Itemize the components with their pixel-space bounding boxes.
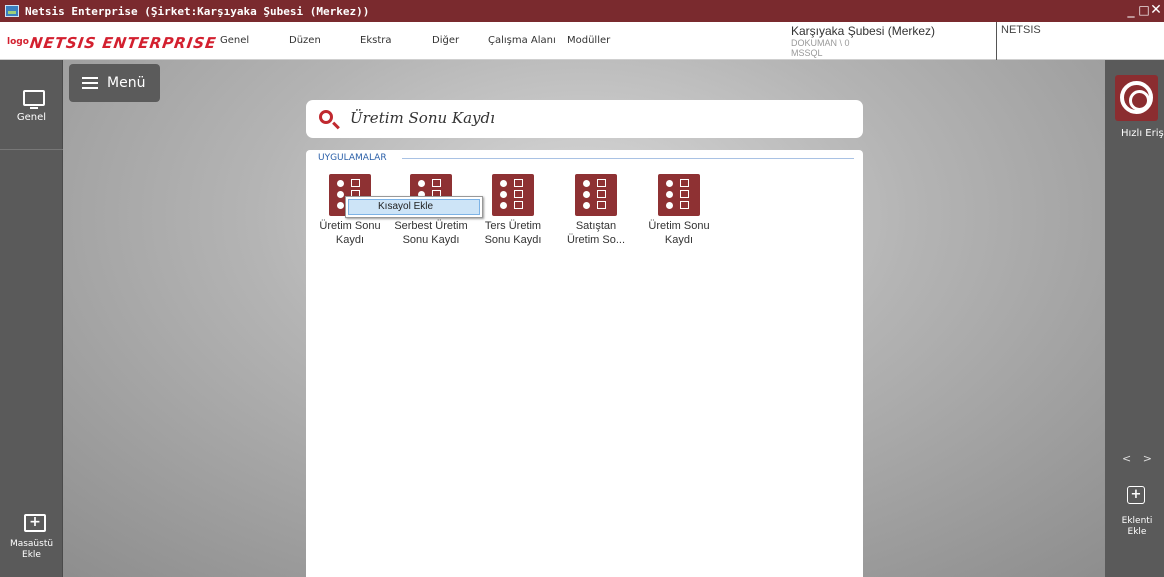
minimize-button[interactable]: _: [1124, 1, 1138, 19]
user-name: NETSIS: [1001, 24, 1041, 36]
menu-button[interactable]: Menü: [69, 64, 160, 102]
company-info: Karşıyaka Şubesi (Merkez) DOKUMAN \ 0 MS…: [791, 24, 935, 58]
app-label: Üretim Sonu Kaydı: [308, 219, 392, 247]
app-label-line1: Ters Üretim: [484, 220, 542, 232]
section-divider: [402, 158, 854, 159]
add-plugin-label-line2: Ekle: [1127, 527, 1147, 537]
monitor-icon: [23, 90, 45, 109]
prev-arrow-icon[interactable]: <: [1122, 452, 1131, 465]
header-divider: [996, 22, 997, 60]
context-menu: Kısayol Ekle: [345, 196, 483, 218]
app-label-line1: Üretim Sonu: [319, 220, 381, 232]
app-label-line1: Üretim Sonu: [648, 220, 710, 232]
title-bar: Netsis Enterprise (Şirket:Karşıyaka Şube…: [0, 0, 1164, 22]
app-label-line2: Sonu Kaydı: [484, 234, 542, 246]
menu-genel[interactable]: Genel: [220, 35, 249, 46]
app-label-line2: Kaydı: [335, 234, 365, 246]
genel-label: Genel: [16, 112, 47, 123]
add-plugin-label-line1: Eklenti: [1121, 516, 1153, 526]
window-title: Netsis Enterprise (Şirket:Karşıyaka Şube…: [25, 4, 370, 18]
add-monitor-icon: +: [24, 514, 46, 532]
close-button[interactable]: ✕: [1149, 1, 1163, 19]
app-tile[interactable]: Ters Üretim Sonu Kaydı: [471, 174, 555, 247]
add-shortcut-menu-item[interactable]: Kısayol Ekle: [348, 199, 480, 215]
section-title: UYGULAMALAR: [318, 153, 387, 163]
add-desktop-label-line1: Masaüstü: [9, 539, 54, 549]
plugin-nav: < >: [1122, 452, 1152, 465]
app-label-line2: Kaydı: [664, 234, 694, 246]
add-plugin-label: Eklenti Ekle: [1117, 516, 1157, 538]
app-label-line1: Serbest Üretim: [394, 220, 468, 232]
production-form-icon: [492, 174, 534, 216]
menu-diger[interactable]: Diğer: [432, 35, 459, 46]
app-label: Ters Üretim Sonu Kaydı: [471, 219, 555, 247]
right-sidebar: Hızlı Erişim < > + Eklenti Ekle: [1105, 60, 1164, 577]
production-form-icon: [658, 174, 700, 216]
app-logo-icon: [5, 5, 19, 17]
app-label: Serbest Üretim Sonu Kaydı: [389, 219, 473, 247]
menu-duzen[interactable]: Düzen: [289, 35, 321, 46]
app-label-line2: Sonu Kaydı: [402, 234, 460, 246]
server-name: MSSQL: [791, 48, 823, 58]
search-input[interactable]: Üretim Sonu Kaydı: [350, 109, 495, 127]
next-arrow-icon[interactable]: >: [1143, 452, 1152, 465]
app-label-line2: Üretim So...: [566, 234, 626, 246]
menu-moduller[interactable]: Modüller: [567, 35, 610, 46]
netsis-logo: logo NETSIS ENTERPRISE: [7, 30, 218, 52]
app-tile[interactable]: Üretim Sonu Kaydı: [637, 174, 721, 247]
add-desktop-label: Masaüstü Ekle: [0, 539, 63, 561]
logo-brand-small: logo: [7, 37, 29, 47]
production-form-icon: [575, 174, 617, 216]
company-name: Karşıyaka Şubesi (Merkez): [791, 24, 936, 38]
search-box[interactable]: Üretim Sonu Kaydı: [306, 100, 863, 138]
database-name: DOKUMAN \ 0: [791, 38, 850, 48]
left-sidebar: Genel + Masaüstü Ekle: [0, 60, 63, 577]
menu-ekstra[interactable]: Ekstra: [360, 35, 391, 46]
logo-brand-main: NETSIS ENTERPRISE: [28, 34, 218, 52]
gear-icon: [1120, 81, 1153, 114]
add-plugin-button[interactable]: +: [1127, 486, 1145, 504]
app-label-line1: Satıştan: [575, 220, 617, 232]
search-icon[interactable]: [319, 110, 333, 124]
menu-button-label: Menü: [107, 75, 146, 91]
quick-access-label: Hızlı Erişim: [1121, 128, 1164, 139]
menu-calisma-alani[interactable]: Çalışma Alanı: [488, 35, 556, 46]
hamburger-icon: [82, 77, 98, 89]
add-desktop-label-line2: Ekle: [22, 550, 41, 560]
quick-access-button[interactable]: [1115, 75, 1158, 121]
app-label: Üretim Sonu Kaydı: [637, 219, 721, 247]
app-label: Satıştan Üretim So...: [554, 219, 638, 247]
genel-desktop-button[interactable]: Genel: [0, 60, 63, 150]
app-tile[interactable]: Satıştan Üretim So...: [554, 174, 638, 247]
menu-bar: logo NETSIS ENTERPRISE Genel Düzen Ekstr…: [0, 22, 1164, 60]
